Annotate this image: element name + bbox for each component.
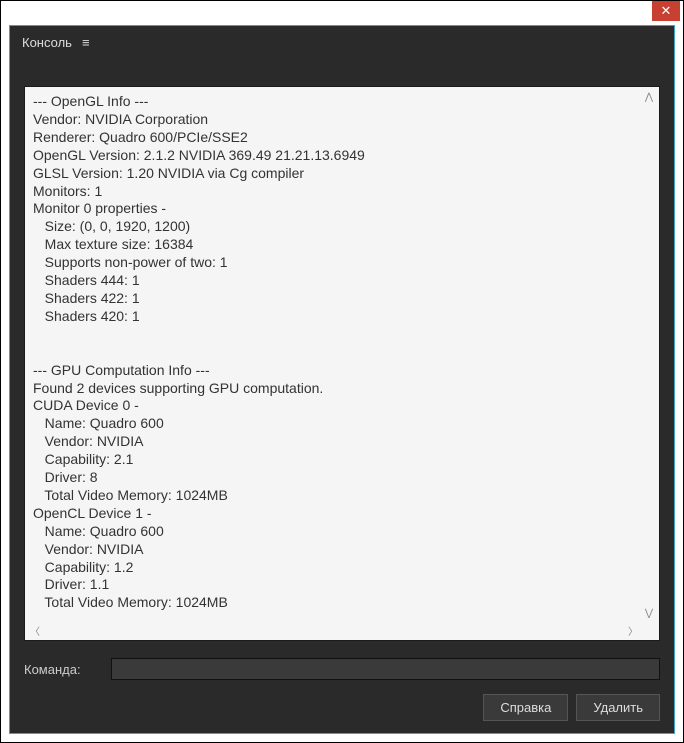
button-row: Справка Удалить [483, 694, 660, 721]
horizontal-scrollbar[interactable]: 〈 〉 [27, 622, 641, 638]
command-label: Команда: [24, 662, 99, 677]
close-icon: ✕ [661, 3, 672, 19]
scroll-right-icon[interactable]: 〉 [628, 623, 638, 638]
menu-icon[interactable]: ≡ [82, 35, 90, 50]
command-row: Команда: [24, 656, 660, 682]
scroll-left-icon[interactable]: 〈 [30, 623, 40, 638]
console-panel: Консоль ≡ --- OpenGL Info --- Vendor: NV… [9, 25, 675, 734]
scroll-down-icon[interactable]: ⋁ [645, 608, 653, 619]
panel-title: Консоль [22, 35, 72, 50]
scroll-up-icon[interactable]: ⋀ [645, 92, 653, 103]
vertical-scrollbar[interactable]: ⋀ ⋁ [641, 89, 657, 622]
delete-button[interactable]: Удалить [576, 694, 660, 721]
app-window: ✕ Консоль ≡ --- OpenGL Info --- Vendor: … [0, 0, 684, 743]
titlebar: ✕ [1, 1, 683, 25]
command-input[interactable] [111, 658, 660, 680]
console-text[interactable]: --- OpenGL Info --- Vendor: NVIDIA Corpo… [25, 87, 641, 622]
close-button[interactable]: ✕ [652, 1, 680, 21]
console-output-area: --- OpenGL Info --- Vendor: NVIDIA Corpo… [24, 86, 660, 641]
help-button[interactable]: Справка [483, 694, 568, 721]
panel-header: Консоль ≡ [10, 26, 674, 58]
